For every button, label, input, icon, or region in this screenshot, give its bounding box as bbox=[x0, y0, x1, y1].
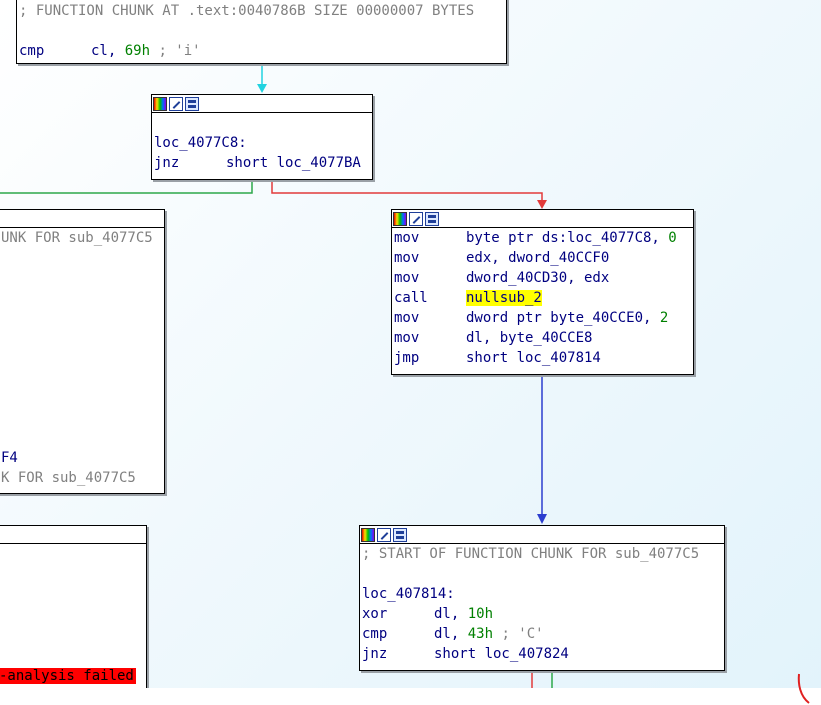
arrowhead-cyan bbox=[257, 84, 267, 93]
instruction-line: mov edx, dword_40CCF0 bbox=[394, 250, 610, 266]
rename-icon[interactable] bbox=[409, 211, 423, 226]
edge-false-to-mid bbox=[271, 179, 543, 206]
color-palette-icon[interactable] bbox=[361, 527, 375, 542]
rename-icon[interactable] bbox=[169, 96, 183, 111]
group-nodes-icon[interactable] bbox=[425, 211, 439, 226]
chunk-comment: ; START OF FUNCTION CHUNK FOR sub_4077C5 bbox=[362, 546, 700, 562]
instruction-line: mov byte ptr ds:loc_4077C8, 0 bbox=[394, 230, 677, 246]
arrowhead-blue bbox=[537, 514, 547, 524]
instr-jnz: jnz short loc_4077BA bbox=[154, 155, 361, 171]
blank-area bbox=[0, 248, 164, 448]
node-loc-407814[interactable]: ; START OF FUNCTION CHUNK FOR sub_4077C5… bbox=[359, 525, 725, 671]
instruction-list: xor dl, 10h cmp dl, 43h ; 'C' jnz short loc_4… bbox=[360, 604, 724, 664]
partial-label: F4 bbox=[1, 450, 18, 466]
group-nodes-icon[interactable] bbox=[393, 527, 407, 542]
instr-cmp: cmp cl, 69h ; 'i' bbox=[19, 43, 201, 59]
instruction-line: cmp dl, 43h ; 'C' bbox=[362, 626, 544, 642]
label-loc-407814: loc_407814: bbox=[362, 586, 455, 602]
red-pen-mark bbox=[797, 673, 810, 704]
node-mov-sequence[interactable]: mov byte ptr ds:loc_4077C8, 0 mov edx, dwor… bbox=[391, 209, 694, 375]
chunk-comment-end: K FOR sub_4077C5 bbox=[1, 470, 136, 486]
node-header bbox=[0, 210, 164, 228]
rename-icon[interactable] bbox=[377, 527, 391, 542]
node-cmp-cl[interactable]: ; FUNCTION CHUNK AT .text:0040786B SIZE … bbox=[16, 0, 507, 64]
node-header bbox=[392, 210, 693, 228]
node-left-chunk[interactable]: UNK FOR sub_4077C5 F4 K FOR sub_4077C5 bbox=[0, 209, 165, 494]
instruction-line: mov dword_40CD30, edx bbox=[394, 270, 610, 286]
graph-canvas[interactable]: ; FUNCTION CHUNK AT .text:0040786B SIZE … bbox=[0, 0, 821, 690]
node-loc-4077c8[interactable]: loc_4077C8: jnz short loc_4077BA bbox=[151, 94, 373, 180]
edge-true-to-left bbox=[0, 179, 253, 194]
node-header bbox=[152, 95, 372, 113]
group-nodes-icon[interactable] bbox=[185, 96, 199, 111]
node-bottom-left[interactable]: -analysis failed bbox=[0, 525, 147, 690]
chunk-comment-start: UNK FOR sub_4077C5 bbox=[1, 230, 153, 246]
node-header bbox=[360, 526, 724, 544]
label-loc-4077c8: loc_4077C8: bbox=[154, 135, 247, 151]
analysis-failed-badge: -analysis failed bbox=[0, 668, 136, 684]
arrowhead-red bbox=[537, 200, 547, 209]
instruction-line: jnz short loc_407824 bbox=[362, 646, 569, 662]
status-strip bbox=[0, 688, 821, 705]
instruction-line: call nullsub_2 bbox=[394, 290, 542, 306]
instruction-line: mov dword ptr byte_40CCE0, 2 bbox=[394, 310, 669, 326]
node-header bbox=[0, 526, 146, 544]
instruction-line: xor dl, 10h bbox=[362, 606, 494, 622]
instruction-list: mov byte ptr ds:loc_4077C8, 0 mov edx, dwor… bbox=[392, 228, 693, 368]
chunk-comment: ; FUNCTION CHUNK AT .text:0040786B SIZE … bbox=[19, 3, 475, 19]
color-palette-icon[interactable] bbox=[153, 96, 167, 111]
color-palette-icon[interactable] bbox=[393, 211, 407, 226]
instruction-line: mov dl, byte_40CCE8 bbox=[394, 330, 593, 346]
instruction-line: jmp short loc_407814 bbox=[394, 350, 601, 366]
